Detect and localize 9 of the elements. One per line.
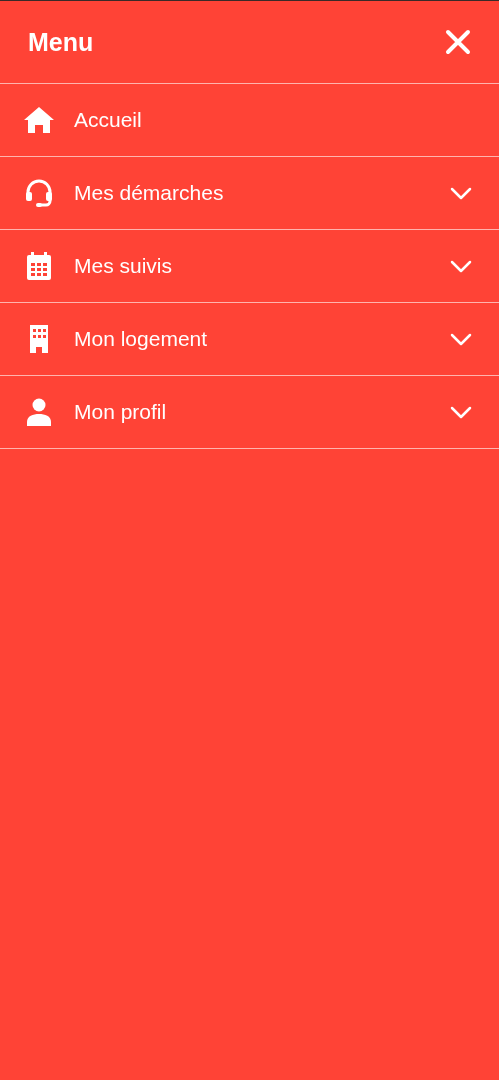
menu-title: Menu [28,27,94,57]
menu-item[interactable]: Mon profil [0,376,499,449]
menu-item[interactable]: Mes démarches [0,157,499,230]
close-button[interactable] [445,29,471,55]
menu-item[interactable]: Mes suivis [0,230,499,303]
headset-icon [23,177,55,209]
menu-item[interactable]: Mon logement [0,303,499,376]
home-icon [23,104,55,136]
menu-item[interactable]: Accueil [0,84,499,157]
